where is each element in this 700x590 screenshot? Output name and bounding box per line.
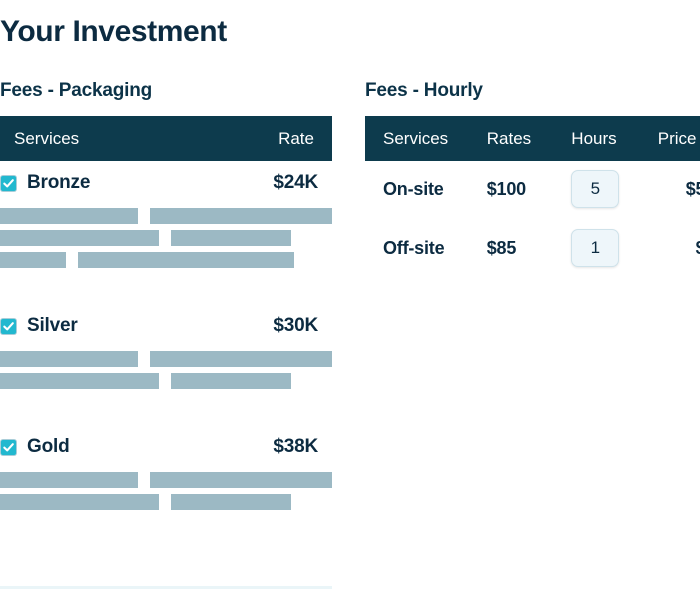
packaging-row-divider: [0, 285, 332, 288]
hours-input[interactable]: 5: [571, 170, 620, 208]
placeholder-line: [0, 230, 332, 246]
hourly-panel: Fees - Hourly Services Rates Hours Price…: [365, 78, 700, 279]
packaging-row-header[interactable]: Silver $30K: [0, 304, 332, 348]
placeholder-bar: [150, 472, 332, 488]
hourly-header-hours: Hours: [571, 128, 617, 148]
hourly-price-value: $500: [685, 178, 700, 199]
placeholder-line: [0, 472, 332, 488]
hourly-rate-value: $85: [486, 237, 517, 258]
placeholder-bar: [171, 230, 291, 246]
packaging-panel: Fees - Packaging Services Rate Bronze $24…: [0, 78, 332, 530]
hours-input[interactable]: 1: [571, 229, 620, 267]
packaging-tier-name: Gold: [27, 436, 70, 457]
hourly-table-row: Off-site $85 1 $85: [365, 220, 700, 276]
hourly-hours-cell: 1: [571, 229, 657, 267]
packaging-row-divider: [0, 527, 332, 530]
placeholder-line: [0, 351, 332, 367]
packaging-row: Gold $38K: [0, 425, 332, 530]
packaging-row: Bronze $24K: [0, 161, 332, 288]
hourly-header-services: Services: [383, 128, 449, 148]
hourly-table-row: On-site $100 5 $500: [365, 161, 700, 217]
hourly-service-name: On-site: [383, 178, 444, 199]
placeholder-bar: [171, 494, 291, 510]
placeholder-bar: [150, 351, 332, 367]
packaging-row-header[interactable]: Bronze $24K: [0, 161, 332, 205]
hourly-rate-value: $100: [486, 178, 526, 199]
packaging-row-divider: [0, 406, 332, 409]
placeholder-bar: [0, 351, 138, 367]
placeholder-bar: [0, 208, 138, 224]
packaging-description-placeholder: [0, 472, 332, 510]
hourly-row-list: On-site $100 5 $500 Off-site $85 1 $85: [365, 161, 700, 279]
placeholder-line: [0, 208, 332, 224]
placeholder-line: [0, 494, 332, 510]
packaging-tier-name: Bronze: [27, 172, 91, 193]
hourly-hours-cell: 5: [571, 170, 657, 208]
packaging-tier-name: Silver: [27, 315, 78, 336]
placeholder-bar: [0, 472, 138, 488]
placeholder-line: [0, 252, 332, 268]
packaging-row: Silver $30K: [0, 304, 332, 409]
packaging-row-label-group: Silver: [0, 315, 78, 337]
packaging-table-header: Services Rate: [0, 116, 332, 161]
packaging-row-header[interactable]: Gold $38K: [0, 425, 332, 469]
packaging-row-list: Bronze $24K Silver $30K Gold $38K: [0, 161, 332, 530]
checkbox-checked-icon[interactable]: [1, 318, 16, 334]
packaging-tier-rate: $30K: [273, 315, 318, 336]
hourly-header-rates: Rates: [486, 128, 532, 148]
placeholder-bar: [78, 252, 294, 268]
packaging-description-placeholder: [0, 208, 332, 268]
checkbox-checked-icon[interactable]: [1, 439, 16, 455]
packaging-tier-rate: $24K: [273, 172, 318, 193]
packaging-header-rate: Rate: [278, 128, 314, 148]
placeholder-bar: [0, 373, 159, 389]
packaging-description-placeholder: [0, 351, 332, 389]
page-title: Your Investment: [0, 15, 227, 48]
placeholder-bar: [150, 208, 332, 224]
packaging-tier-rate: $38K: [273, 436, 318, 457]
hourly-section-title: Fees - Hourly: [365, 80, 483, 101]
hourly-header-price: Price: [657, 128, 697, 148]
hourly-price-value: $85: [658, 238, 700, 259]
packaging-header-services: Services: [14, 128, 80, 148]
placeholder-bar: [0, 494, 159, 510]
packaging-section-title: Fees - Packaging: [0, 80, 153, 101]
placeholder-line: [0, 373, 332, 389]
hourly-table-header: Services Rates Hours Price: [365, 116, 700, 161]
hourly-service-name: Off-site: [383, 237, 445, 258]
packaging-row-label-group: Bronze: [0, 172, 90, 194]
hourly-row-divider: [370, 276, 700, 279]
checkbox-checked-icon[interactable]: [1, 175, 16, 191]
packaging-row-label-group: Gold: [0, 436, 70, 458]
placeholder-bar: [0, 252, 66, 268]
bottom-divider: [0, 586, 332, 589]
placeholder-bar: [0, 230, 159, 246]
placeholder-bar: [171, 373, 291, 389]
